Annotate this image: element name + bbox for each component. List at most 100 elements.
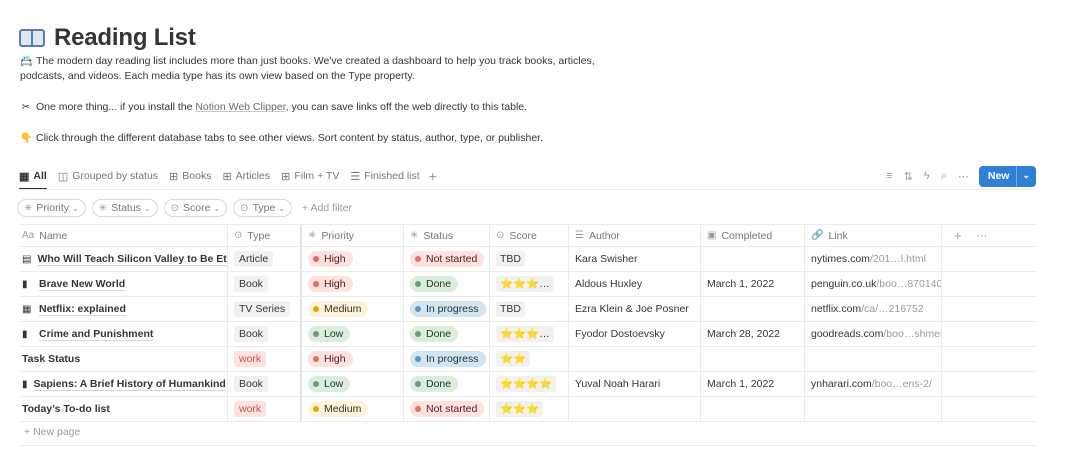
cell-score[interactable]: ⭐⭐⭐ — [490, 397, 569, 421]
page-title[interactable]: Reading List — [54, 24, 196, 52]
cell-name[interactable]: ▮ Sapiens: A Brief History of Humankind — [19, 372, 228, 396]
cell-type[interactable]: Book — [228, 372, 302, 396]
cell-completed[interactable]: March 28, 2022 — [701, 322, 805, 346]
cell-status[interactable]: In progress — [404, 347, 490, 371]
cell-author[interactable] — [569, 397, 701, 421]
column-priority[interactable]: ✳ Priority — [302, 225, 404, 246]
cell-type[interactable]: Book — [228, 322, 302, 346]
tab-books[interactable]: ⊞ Books — [169, 164, 211, 188]
link-path[interactable]: /boo…shment — [883, 328, 941, 340]
cell-priority[interactable]: Low — [302, 322, 404, 346]
link-host[interactable]: penguin.co.uk — [811, 278, 876, 290]
cell-author[interactable]: Fyodor Dostoevsky — [569, 322, 701, 346]
table-row[interactable]: ▮ Brave New World Book High Done ⭐⭐⭐… Aldous H… — [19, 272, 1037, 297]
lightning-icon[interactable]: ϟ — [924, 170, 930, 182]
cell-status[interactable]: In progress — [404, 297, 490, 321]
cell-link[interactable] — [805, 347, 942, 371]
cell-type[interactable]: Book — [228, 272, 302, 296]
filter-status[interactable]: ✳ Status ⌄ — [91, 199, 158, 217]
new-button[interactable]: New ⌄ — [978, 165, 1036, 187]
cell-score[interactable]: TBD — [490, 297, 569, 321]
search-icon[interactable]: ⌕ — [941, 170, 947, 183]
cell-name[interactable]: ▤ Who Will Teach Silicon Valley to Be Eth… — [19, 247, 228, 271]
cell-status[interactable]: Not started — [404, 397, 490, 421]
cell-priority[interactable]: High — [302, 272, 404, 296]
link-host[interactable]: netflix.com — [811, 303, 861, 315]
add-filter-button[interactable]: + Add filter — [302, 202, 352, 214]
filter-score[interactable]: ⊙ Score ⌄ — [163, 199, 228, 217]
column-author[interactable]: ☰ Author — [569, 225, 701, 246]
cell-author[interactable] — [569, 347, 701, 371]
tab-all[interactable]: ▦ All — [19, 164, 47, 190]
cell-type[interactable]: TV Series — [228, 297, 302, 321]
cell-link[interactable]: ynharari.com/boo…ens-2/ — [805, 372, 942, 396]
filter-priority[interactable]: ✳ Priority ⌄ — [17, 199, 86, 217]
table-row[interactable]: ▮ Crime and Punishment Book Low Done ⭐⭐⭐… Fyod… — [19, 322, 1037, 347]
row-title[interactable]: Brave New World — [39, 278, 126, 291]
cell-priority[interactable]: Low — [302, 372, 404, 396]
cell-link[interactable]: goodreads.com/boo…shment — [805, 322, 942, 346]
cell-name[interactable]: ▮ Crime and Punishment — [19, 322, 228, 346]
table-row[interactable]: Today’s To-do list work Medium Not started ⭐… — [19, 397, 1037, 422]
cell-score[interactable]: ⭐⭐⭐⭐ — [490, 372, 569, 396]
cell-name[interactable]: Today’s To-do list — [19, 397, 228, 421]
sort-icon[interactable]: ⇅ — [904, 170, 913, 183]
column-type[interactable]: ⊙ Type — [228, 225, 302, 246]
cell-score[interactable]: ⭐⭐ — [490, 347, 569, 371]
cell-link[interactable] — [805, 397, 942, 421]
cell-status[interactable]: Done — [404, 322, 490, 346]
cell-completed[interactable] — [701, 397, 805, 421]
cell-completed[interactable]: March 1, 2022 — [701, 272, 805, 296]
cell-author[interactable]: Kara Swisher — [569, 247, 701, 271]
chevron-down-icon[interactable]: ⌄ — [1016, 165, 1036, 187]
more-icon[interactable]: ⋯ — [958, 170, 969, 183]
add-property-icon[interactable]: + — [954, 228, 962, 243]
tab-finished-list[interactable]: ☰ Finished list — [350, 164, 419, 188]
cell-author[interactable]: Yuval Noah Harari — [569, 372, 701, 396]
cell-type[interactable]: work — [228, 397, 302, 421]
column-name[interactable]: Aa Name — [19, 225, 228, 246]
cell-name[interactable]: ▮ Brave New World — [19, 272, 228, 296]
link-host[interactable]: ynharari.com — [811, 378, 872, 390]
cell-score[interactable]: ⭐⭐⭐… — [490, 272, 569, 296]
cell-priority[interactable]: High — [302, 347, 404, 371]
row-title[interactable]: Task Status — [22, 353, 80, 365]
tab-articles[interactable]: ⊞ Articles — [222, 164, 270, 188]
table-row[interactable]: Task Status work High In progress ⭐⭐ — [19, 347, 1037, 372]
link-host[interactable]: nytimes.com — [811, 253, 870, 265]
cell-completed[interactable] — [701, 297, 805, 321]
open-book-icon[interactable] — [19, 26, 46, 50]
cell-link[interactable]: netflix.com/ca/…216752 — [805, 297, 942, 321]
cell-status[interactable]: Not started — [404, 247, 490, 271]
cell-type[interactable]: work — [228, 347, 302, 371]
link-path[interactable]: /ca/…216752 — [861, 303, 923, 315]
row-title[interactable]: Netflix: explained — [39, 303, 126, 316]
cell-author[interactable]: Aldous Huxley — [569, 272, 701, 296]
cell-name[interactable]: ▦ Netflix: explained — [19, 297, 228, 321]
filter-type[interactable]: ⊙ Type ⌄ — [233, 199, 293, 217]
row-title[interactable]: Today’s To-do list — [22, 403, 110, 415]
column-link[interactable]: 🔗 Link — [805, 225, 942, 246]
tab-film-tv[interactable]: ⊞ Film + TV — [281, 164, 339, 188]
table-row[interactable]: ▮ Sapiens: A Brief History of Humankind Bo… — [19, 372, 1037, 397]
filter-icon[interactable]: ≡ — [886, 170, 892, 182]
web-clipper-link[interactable]: Notion Web Clipper — [195, 101, 285, 113]
cell-priority[interactable]: Medium — [302, 297, 404, 321]
link-host[interactable]: goodreads.com — [811, 328, 883, 340]
cell-score[interactable]: ⭐⭐⭐… — [490, 322, 569, 346]
cell-priority[interactable]: High — [302, 247, 404, 271]
new-page-button[interactable]: + New page — [24, 426, 80, 438]
row-title[interactable]: Sapiens: A Brief History of Humankind — [33, 378, 226, 391]
table-row[interactable]: ▦ Netflix: explained TV Series Medium In pro… — [19, 297, 1037, 322]
link-path[interactable]: /boo…870140 — [876, 278, 941, 290]
cell-link[interactable]: penguin.co.uk/boo…870140 — [805, 272, 942, 296]
cell-status[interactable]: Done — [404, 372, 490, 396]
link-path[interactable]: /boo…ens-2/ — [872, 378, 932, 390]
column-completed[interactable]: ▣ Completed — [701, 225, 805, 246]
cell-completed[interactable] — [701, 347, 805, 371]
row-title[interactable]: Who Will Teach Silicon Valley to Be Ethi — [37, 253, 227, 266]
cell-completed[interactable]: March 1, 2022 — [701, 372, 805, 396]
link-path[interactable]: /201…l.html — [870, 253, 926, 265]
column-status[interactable]: ✳ Status — [404, 225, 490, 246]
add-view-icon[interactable]: + — [429, 168, 437, 184]
